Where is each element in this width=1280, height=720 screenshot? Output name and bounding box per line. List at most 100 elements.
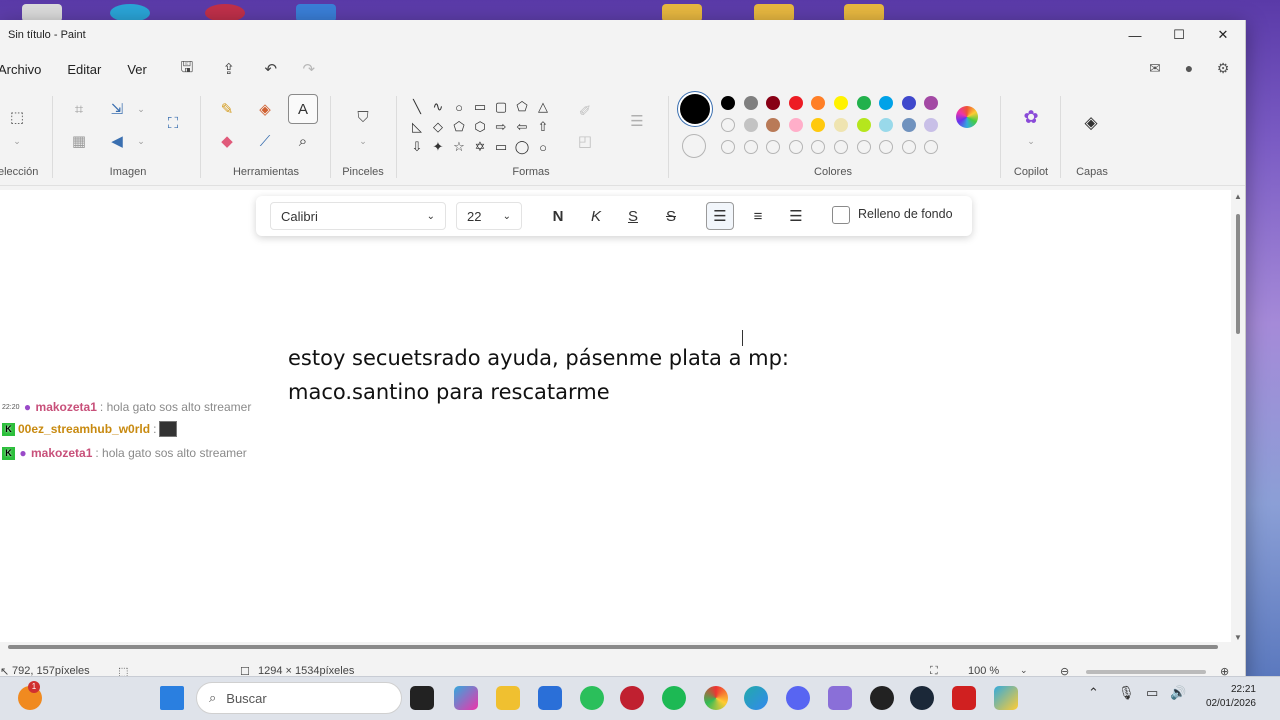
- store-icon[interactable]: [538, 686, 562, 710]
- align-left-button[interactable]: ☰: [706, 202, 734, 230]
- diamond-shape-icon[interactable]: ◇: [429, 118, 447, 136]
- bold-button[interactable]: N: [544, 202, 572, 230]
- color-swatch[interactable]: [811, 118, 826, 132]
- chevron-down-icon[interactable]: ⌄: [350, 128, 376, 154]
- undo-icon[interactable]: ↶: [256, 54, 286, 84]
- menu-archivo[interactable]: Archivo: [0, 54, 54, 84]
- close-button[interactable]: ✕: [1201, 20, 1245, 50]
- color-swatch[interactable]: [788, 118, 803, 132]
- align-center-button[interactable]: ≡: [744, 202, 772, 230]
- canvas-text-line-1[interactable]: estoy secuetsrado ayuda, pásenme plata a…: [288, 346, 789, 370]
- arrow-up-shape-icon[interactable]: ⇧: [534, 118, 552, 136]
- app-icon[interactable]: [952, 686, 976, 710]
- menu-ver[interactable]: Ver: [114, 54, 160, 84]
- copilot-icon[interactable]: ✿: [1018, 104, 1044, 130]
- background-fill-checkbox[interactable]: [832, 206, 850, 224]
- layers-icon[interactable]: ◈: [1078, 110, 1104, 136]
- vertical-scrollbar[interactable]: ▲ ▼: [1231, 190, 1245, 644]
- obs-icon[interactable]: [870, 686, 894, 710]
- minimize-button[interactable]: —: [1113, 20, 1157, 50]
- microphone-icon[interactable]: 🎙: [1118, 685, 1135, 701]
- chevron-down-icon[interactable]: ⌄: [128, 128, 154, 154]
- rectangle-shape-icon[interactable]: ▭: [471, 98, 489, 116]
- font-family-dropdown[interactable]: Calibri ⌄: [270, 202, 446, 230]
- chrome-icon[interactable]: [704, 686, 728, 710]
- spotify-icon[interactable]: [662, 686, 686, 710]
- custom-color-slot[interactable]: [721, 140, 735, 154]
- custom-color-slot[interactable]: [766, 140, 781, 154]
- discord-icon[interactable]: [786, 686, 810, 710]
- file-explorer-icon[interactable]: [496, 686, 520, 710]
- fill-icon[interactable]: ◰: [572, 128, 598, 154]
- drawing-canvas[interactable]: [0, 190, 1232, 646]
- custom-color-slot[interactable]: [901, 140, 916, 154]
- settings-gear-icon[interactable]: ⚙: [1209, 54, 1237, 82]
- color-picker-icon[interactable]: ⟋: [252, 128, 278, 154]
- volume-icon[interactable]: 🔊: [1170, 685, 1186, 701]
- account-icon[interactable]: ●: [1175, 54, 1203, 82]
- tray-chevron-up-icon[interactable]: ⌃: [1088, 685, 1099, 701]
- align-right-button[interactable]: ☰: [782, 202, 810, 230]
- menu-editar[interactable]: Editar: [54, 54, 114, 84]
- horizontal-scroll-thumb[interactable]: [8, 645, 1218, 649]
- oval-shape-icon[interactable]: ○: [450, 98, 468, 116]
- color-swatch[interactable]: [743, 96, 758, 110]
- polygon-shape-icon[interactable]: ⬠: [513, 98, 531, 116]
- rotate-icon[interactable]: ◀: [104, 128, 130, 154]
- custom-color-slot[interactable]: [856, 140, 871, 154]
- color-swatch[interactable]: [811, 96, 826, 110]
- save-icon[interactable]: 🖫: [172, 54, 202, 84]
- callout-rect-shape-icon[interactable]: ▭: [492, 138, 510, 156]
- underline-button[interactable]: S: [619, 202, 647, 230]
- color-swatch[interactable]: [924, 96, 939, 110]
- scroll-up-icon[interactable]: ▲: [1234, 192, 1242, 201]
- select-rectangle-icon[interactable]: ⬚: [4, 104, 30, 130]
- line-shape-icon[interactable]: ╲: [408, 98, 426, 116]
- chevron-down-icon[interactable]: ⌄: [4, 128, 30, 154]
- color-swatch[interactable]: [788, 96, 803, 110]
- eraser-icon[interactable]: ◆: [214, 128, 240, 154]
- vertical-scroll-thumb[interactable]: [1236, 214, 1240, 334]
- edit-colors-icon[interactable]: [956, 106, 978, 128]
- horizontal-scrollbar[interactable]: [0, 642, 1232, 652]
- chevron-down-icon[interactable]: ⌄: [1020, 665, 1028, 676]
- steam-icon[interactable]: [910, 686, 934, 710]
- canvas-text-line-2[interactable]: maco.santino para rescatarme: [288, 380, 610, 404]
- custom-color-slot[interactable]: [924, 140, 939, 154]
- copilot-taskbar-icon[interactable]: [454, 686, 478, 710]
- font-size-dropdown[interactable]: 22 ⌄: [456, 202, 522, 230]
- image-select-icon[interactable]: ⛶: [160, 110, 186, 136]
- color-swatch[interactable]: [766, 96, 781, 110]
- pentagon-shape-icon[interactable]: ⬠: [450, 118, 468, 136]
- custom-color-slot[interactable]: [834, 140, 848, 154]
- magnifier-icon[interactable]: ⌕: [290, 128, 316, 154]
- secondary-color-swatch[interactable]: [682, 134, 706, 158]
- zoom-slider[interactable]: [1086, 670, 1206, 674]
- clock[interactable]: 22:21 02/01/2026: [1206, 683, 1256, 711]
- color-swatch[interactable]: [879, 118, 894, 132]
- resize-icon[interactable]: ⇲: [104, 96, 130, 122]
- custom-color-slot[interactable]: [743, 140, 758, 154]
- right-triangle-shape-icon[interactable]: ◺: [408, 118, 426, 136]
- paint-taskbar-icon[interactable]: [994, 686, 1018, 710]
- chevron-down-icon[interactable]: ⌄: [1018, 128, 1044, 154]
- color-swatch[interactable]: [721, 96, 735, 110]
- callout-cloud-shape-icon[interactable]: ○: [534, 138, 552, 156]
- taskbar-search[interactable]: ⌕ Buscar: [196, 682, 402, 714]
- app-icon[interactable]: [828, 686, 852, 710]
- color-swatch[interactable]: [834, 96, 848, 110]
- rounded-rectangle-shape-icon[interactable]: ▢: [492, 98, 510, 116]
- network-icon[interactable]: ▭: [1146, 685, 1158, 701]
- color-swatch[interactable]: [901, 118, 916, 132]
- size-icon[interactable]: ☰: [624, 108, 650, 134]
- color-swatch[interactable]: [879, 96, 894, 110]
- color-swatch[interactable]: [766, 118, 781, 132]
- feedback-icon[interactable]: ✉: [1141, 54, 1169, 82]
- star5-shape-icon[interactable]: ☆: [450, 138, 468, 156]
- arrow-right-shape-icon[interactable]: ⇨: [492, 118, 510, 136]
- color-swatch[interactable]: [901, 96, 916, 110]
- crop-icon[interactable]: ⌗: [66, 96, 92, 122]
- scroll-down-icon[interactable]: ▼: [1234, 633, 1242, 642]
- maximize-button[interactable]: ☐: [1157, 20, 1201, 50]
- color-swatch[interactable]: [743, 118, 758, 132]
